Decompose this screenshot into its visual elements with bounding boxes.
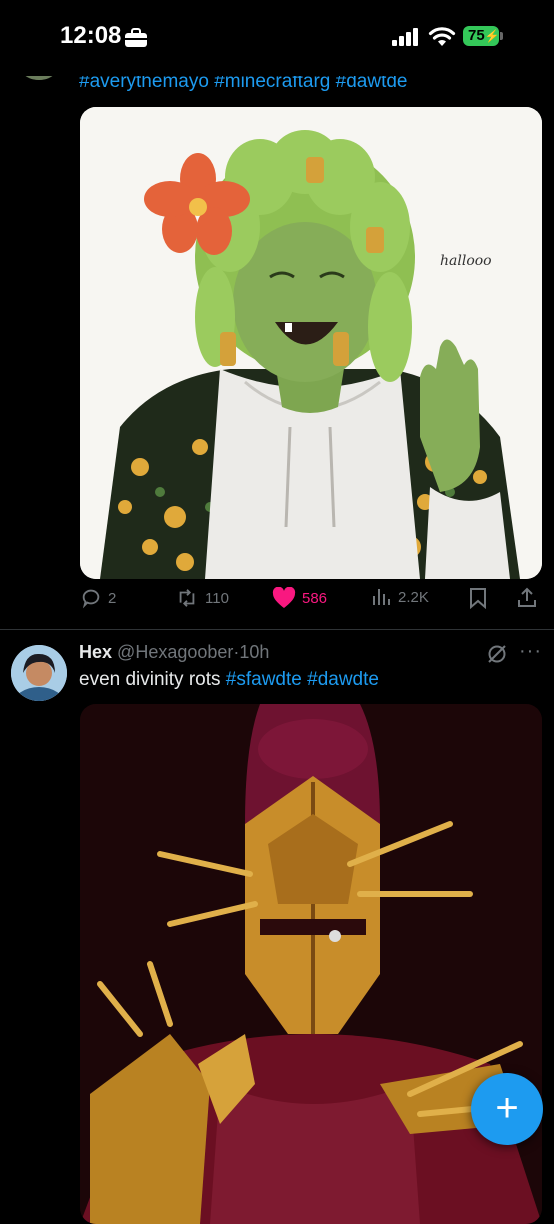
views-chart-icon bbox=[373, 589, 390, 605]
battery-tip bbox=[500, 32, 503, 40]
more-options-icon[interactable]: ··· bbox=[519, 640, 542, 663]
charging-bolt-icon: ⚡ bbox=[484, 29, 500, 43]
status-bar: 12:08 75⚡ bbox=[0, 0, 554, 76]
view-count: 2.2K bbox=[398, 588, 429, 606]
tweet-media-image[interactable] bbox=[80, 704, 542, 1224]
tweet-divider bbox=[0, 629, 554, 630]
wifi-icon bbox=[428, 27, 456, 46]
share-icon bbox=[518, 587, 536, 607]
share-button[interactable] bbox=[516, 587, 538, 609]
display-name[interactable]: Hex bbox=[79, 642, 112, 662]
tweet-text: even divinity rots #sfawdte #dawdte bbox=[79, 669, 379, 691]
user-handle[interactable]: @Hexagoober bbox=[117, 642, 233, 662]
views-button[interactable]: 2.2K bbox=[372, 587, 429, 607]
tweet-header: Hex @Hexagoober·10h bbox=[79, 642, 269, 663]
retweet-count: 110 bbox=[205, 589, 229, 607]
grok-icon[interactable] bbox=[486, 643, 508, 665]
tweet-time[interactable]: 10h bbox=[239, 642, 269, 662]
battery-level: 75 bbox=[468, 27, 485, 44]
reply-icon bbox=[82, 589, 100, 609]
hashtag-link[interactable]: #sfawdte bbox=[226, 669, 302, 690]
briefcase-icon bbox=[125, 28, 147, 47]
image-caption: hallooo bbox=[440, 253, 492, 269]
like-button[interactable]: 586 bbox=[272, 587, 327, 609]
retweet-icon bbox=[179, 589, 195, 607]
avatar[interactable] bbox=[11, 645, 67, 701]
battery-indicator: 75⚡ bbox=[463, 26, 500, 46]
cellular-signal-icon bbox=[392, 28, 418, 46]
reply-button[interactable]: 2 bbox=[80, 587, 116, 609]
retweet-button[interactable]: 110 bbox=[175, 587, 229, 609]
like-count: 586 bbox=[302, 589, 328, 607]
bookmark-icon bbox=[470, 588, 486, 609]
hashtag-link[interactable]: #dawdte bbox=[307, 669, 379, 690]
compose-button[interactable]: + bbox=[471, 1073, 543, 1145]
tweet-action-bar: 2 110 586 2.2K bbox=[0, 587, 554, 617]
tweet-media-image[interactable]: hallooo bbox=[80, 107, 542, 579]
status-time: 12:08 bbox=[60, 22, 122, 49]
reply-count: 2 bbox=[108, 589, 117, 607]
bookmark-button[interactable] bbox=[469, 587, 487, 609]
tweet-body: even divinity rots bbox=[79, 669, 221, 690]
heart-filled-icon bbox=[272, 587, 296, 608]
